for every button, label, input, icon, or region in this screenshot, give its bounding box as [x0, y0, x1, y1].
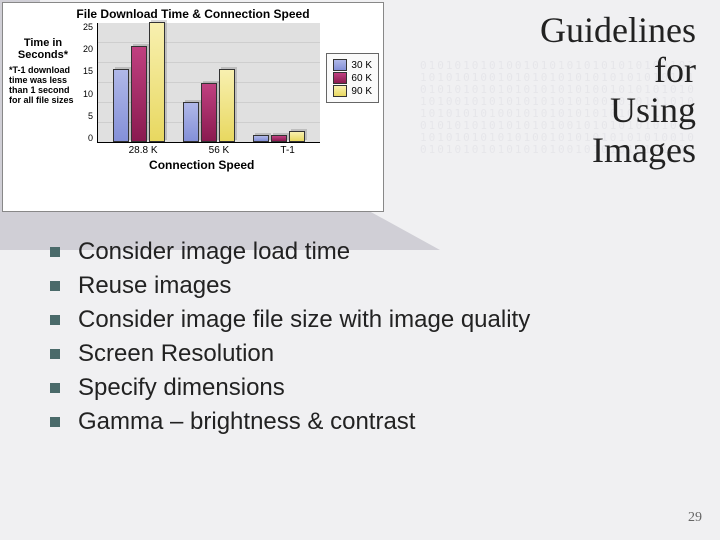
list-item: Gamma – brightness & contrast [50, 408, 700, 436]
legend-swatch-30k [333, 59, 347, 71]
legend-swatch-60k [333, 72, 347, 84]
title-line: Using [446, 90, 696, 130]
list-item: Consider image load time [50, 238, 700, 266]
bullet-icon [50, 383, 60, 393]
x-axis-label: Connection Speed [83, 156, 320, 172]
bullet-text: Gamma – brightness & contrast [78, 408, 415, 436]
bar-60k [201, 83, 217, 142]
bullet-list: Consider image load time Reuse images Co… [50, 232, 700, 442]
chart-legend: 30 K 60 K 90 K [326, 53, 379, 103]
chart-title: File Download Time & Connection Speed [3, 7, 383, 21]
bar-60k [131, 46, 147, 142]
bullet-text: Screen Resolution [78, 340, 274, 368]
list-item: Reuse images [50, 272, 700, 300]
bullet-icon [50, 417, 60, 427]
bar-60k [271, 135, 287, 142]
bar-group [113, 22, 165, 142]
legend-label: 90 K [351, 86, 372, 97]
title-line: Images [446, 130, 696, 170]
bullet-text: Reuse images [78, 272, 231, 300]
bar-group [253, 131, 305, 142]
list-item: Screen Resolution [50, 340, 700, 368]
bullet-icon [50, 349, 60, 359]
bullet-icon [50, 247, 60, 257]
chart-footnote: *T-1 download time was less than 1 secon… [7, 61, 83, 109]
y-axis-ticks: 25 20 15 10 5 0 [83, 23, 97, 143]
legend-label: 60 K [351, 73, 372, 84]
page-number: 29 [688, 510, 702, 526]
bar-group [183, 69, 235, 142]
y-axis-label: Time in Seconds* [7, 23, 79, 61]
bullet-text: Consider image file size with image qual… [78, 306, 530, 334]
title-line: for [446, 50, 696, 90]
bar-30k [183, 102, 199, 142]
bar-90k [149, 22, 165, 142]
legend-label: 30 K [351, 60, 372, 71]
bar-90k [219, 69, 235, 142]
plot-area [97, 23, 320, 143]
list-item: Consider image file size with image qual… [50, 306, 700, 334]
bullet-icon [50, 315, 60, 325]
title-line: Guidelines [446, 10, 696, 50]
bullet-icon [50, 281, 60, 291]
list-item: Specify dimensions [50, 374, 700, 402]
bar-90k [289, 131, 305, 142]
bullet-text: Specify dimensions [78, 374, 285, 402]
x-axis-ticks: 28.8 K 56 K T-1 [83, 143, 320, 156]
bar-30k [113, 69, 129, 142]
bar-30k [253, 135, 269, 142]
chart-figure: File Download Time & Connection Speed Ti… [2, 2, 384, 212]
legend-swatch-90k [333, 85, 347, 97]
bullet-text: Consider image load time [78, 238, 350, 266]
slide-title: Guidelines for Using Images [446, 10, 696, 170]
